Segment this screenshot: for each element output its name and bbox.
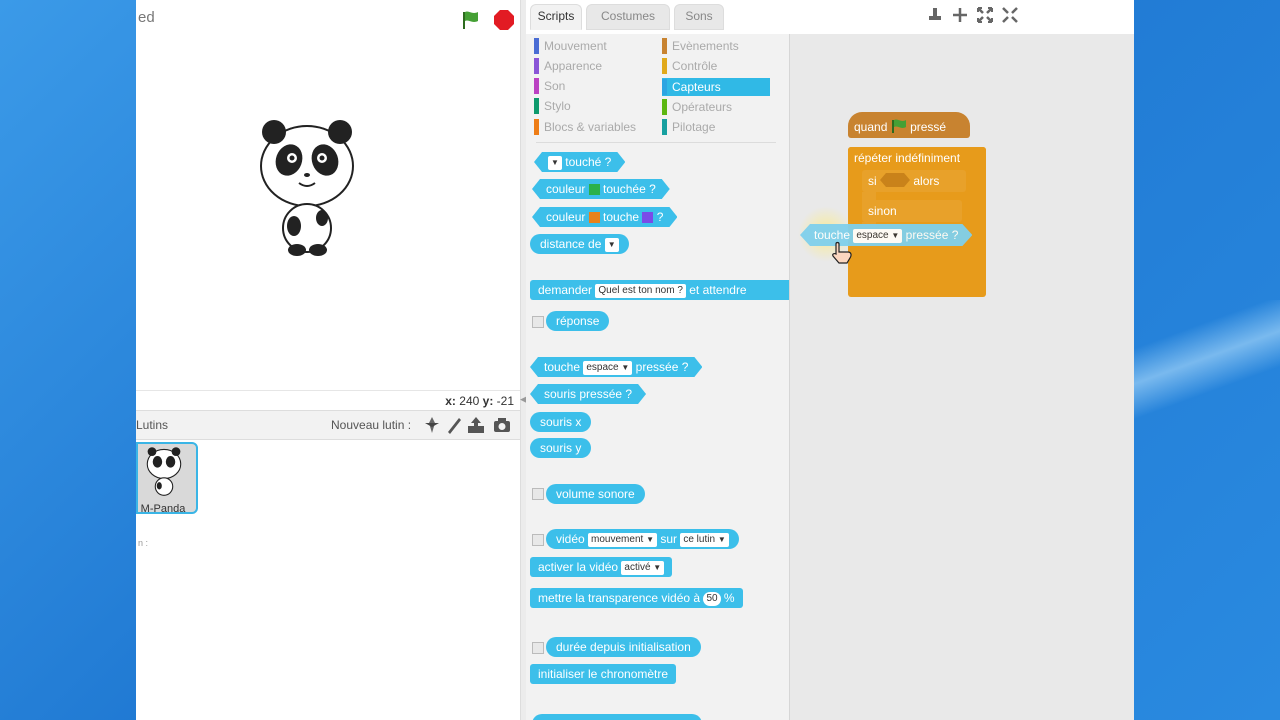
block-mouse-down[interactable]: souris pressée ? — [530, 384, 646, 404]
video-target-dropdown[interactable]: ce lutin ▼ — [680, 532, 729, 547]
answer-checkbox[interactable] — [532, 316, 544, 328]
block-turn-video[interactable]: activer la vidéo activé ▼ — [530, 557, 673, 577]
block-mouse-y[interactable]: souris y — [530, 438, 592, 458]
block-reset-timer[interactable]: initialiser le chronomètre — [530, 664, 677, 684]
sprite-name: M-Panda — [140, 503, 186, 515]
category-sound[interactable]: Son — [534, 77, 644, 95]
category-looks[interactable]: Apparence — [534, 57, 644, 75]
block-set-video-transparency[interactable]: mettre la transparence vidéo à 50 % — [530, 588, 743, 608]
script-if-else[interactable]: si alors — [862, 170, 966, 192]
block-color-touching[interactable]: couleur touche ? — [532, 207, 677, 227]
shrink-icon[interactable] — [1001, 6, 1019, 24]
sprites-label: Lutins — [136, 418, 169, 432]
category-operators[interactable]: Opérateurs — [662, 98, 772, 116]
script-else[interactable]: sinon — [862, 200, 962, 222]
color-swatch[interactable] — [589, 184, 600, 195]
sprites-toolbar: Lutins Nouveau lutin : — [136, 410, 520, 440]
desktop-light-streak — [1120, 300, 1280, 420]
paint-brush-icon[interactable] — [444, 415, 464, 435]
upload-icon[interactable] — [466, 415, 486, 435]
duplicate-stamp-icon[interactable] — [926, 6, 944, 24]
scripts-area[interactable]: quand pressé répéter indéfiniment si alo… — [789, 34, 1134, 720]
block-timer[interactable]: durée depuis initialisation — [546, 637, 701, 657]
loudness-checkbox[interactable] — [532, 488, 544, 500]
sprite-library-icon[interactable] — [422, 415, 442, 435]
empty-condition-slot[interactable] — [880, 173, 911, 187]
mouse-coordinates-bar: x: 240 y: -21 — [136, 390, 520, 411]
key-dropdown[interactable]: espace ▼ — [583, 361, 632, 375]
flag-icon — [891, 119, 906, 133]
dragged-key-pressed-block[interactable]: touche espace ▼ pressée ? — [800, 224, 972, 246]
stage-header: ed — [136, 0, 520, 36]
mouse-coordinates: x: 240 y: -21 — [445, 394, 514, 408]
dragged-key-dropdown[interactable]: espace ▼ — [853, 229, 902, 243]
block-partial[interactable] — [532, 714, 702, 720]
block-video-motion[interactable]: vidéo mouvement ▼ sur ce lutin ▼ — [546, 529, 739, 549]
category-events[interactable]: Evènements — [662, 37, 772, 55]
ask-input[interactable]: Quel est ton nom ? — [595, 283, 686, 298]
transparency-input[interactable]: 50 — [703, 591, 721, 606]
sprite-thumbnail[interactable]: M-Panda — [136, 442, 198, 515]
script-when-flag-clicked[interactable]: quand pressé — [848, 112, 970, 138]
category-separator — [536, 142, 776, 143]
category-pen[interactable]: Stylo — [534, 97, 644, 115]
touching-dropdown[interactable]: ▼ — [548, 156, 562, 170]
block-ask-and-wait[interactable]: demander Quel est ton nom ? et attendre — [530, 280, 789, 300]
block-key-pressed[interactable]: touche espace ▼ pressée ? — [530, 357, 702, 377]
block-touching-color[interactable]: couleur touchée ? — [532, 179, 670, 199]
panda-thumbnail-icon — [146, 447, 182, 496]
new-sprite-label: Nouveau lutin : — [331, 418, 412, 432]
camera-icon[interactable] — [492, 415, 512, 435]
timer-checkbox[interactable] — [532, 642, 544, 654]
stage[interactable] — [136, 36, 520, 390]
category-control[interactable]: Contrôle — [662, 57, 772, 75]
block-distance-to[interactable]: distance de ▼ — [530, 234, 629, 254]
block-loudness[interactable]: volume sonore — [546, 484, 645, 504]
block-touching[interactable]: ▼ touché ? — [534, 152, 625, 172]
scratch-editor-window: ed x: 240 y: -21 Lutins Nouveau lutin: … — [136, 0, 1134, 720]
block-answer[interactable]: réponse — [546, 311, 610, 331]
editor-tabs: Scripts Costumes Sons — [526, 0, 1134, 34]
category-variables[interactable]: Blocs & variables — [534, 118, 644, 136]
move-cross-icon[interactable] — [951, 6, 969, 24]
tab-sounds[interactable]: Sons — [674, 4, 724, 30]
block-palette: Mouvement Apparence Son Stylo Blocs & va… — [526, 34, 789, 720]
video-state-dropdown[interactable]: activé ▼ — [621, 560, 665, 575]
color-swatch-orange[interactable] — [589, 212, 600, 223]
green-flag-icon[interactable] — [460, 9, 482, 31]
category-motion[interactable]: Mouvement — [534, 37, 644, 55]
distance-dropdown[interactable]: ▼ — [604, 237, 619, 252]
hand-cursor-icon — [832, 241, 852, 264]
color-swatch-purple[interactable] — [642, 212, 653, 223]
category-sensing[interactable]: Capteurs — [662, 78, 770, 96]
video-attribute-dropdown[interactable]: mouvement ▼ — [588, 532, 657, 547]
block-mouse-x[interactable]: souris x — [530, 412, 592, 432]
tab-scripts[interactable]: Scripts — [530, 4, 582, 30]
category-robotics[interactable]: Pilotage — [662, 118, 772, 136]
sprite-info-fragment: n : — [138, 538, 149, 548]
panda-sprite[interactable] — [252, 118, 362, 258]
stop-icon[interactable] — [493, 9, 515, 31]
grow-icon[interactable] — [976, 6, 994, 24]
tab-costumes[interactable]: Costumes — [586, 4, 670, 30]
script-forever[interactable]: répéter indéfiniment — [848, 147, 986, 169]
project-title: ed — [138, 9, 155, 26]
video-motion-checkbox[interactable] — [532, 534, 544, 546]
